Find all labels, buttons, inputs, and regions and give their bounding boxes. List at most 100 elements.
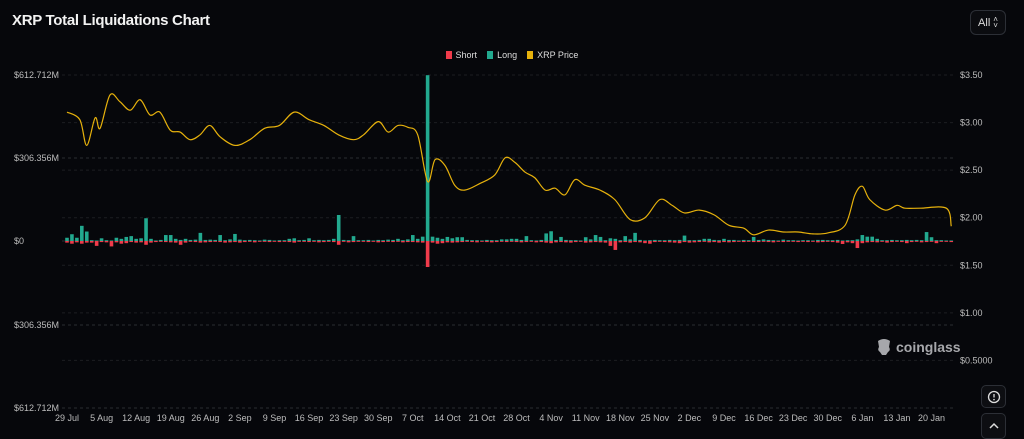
short-bar bbox=[692, 241, 697, 243]
short-bar bbox=[667, 241, 672, 243]
long-bar bbox=[722, 238, 726, 241]
short-bar bbox=[262, 241, 267, 242]
long-bar bbox=[821, 239, 825, 241]
short-bar bbox=[791, 241, 795, 242]
long-bar bbox=[776, 240, 781, 241]
short-bar bbox=[895, 241, 899, 242]
short-bar bbox=[198, 241, 203, 243]
scroll-top-button[interactable] bbox=[981, 413, 1006, 439]
long-bar bbox=[317, 239, 321, 241]
long-bar bbox=[366, 239, 371, 241]
right-axis-tick: $2.50 bbox=[960, 165, 983, 175]
short-bar bbox=[460, 241, 464, 243]
short-bar bbox=[440, 241, 445, 244]
short-bar bbox=[213, 241, 217, 242]
x-axis-tick: 21 Oct bbox=[469, 413, 496, 423]
x-axis-tick: 13 Jan bbox=[883, 413, 910, 423]
long-bar bbox=[312, 240, 316, 241]
short-bar bbox=[633, 241, 637, 243]
long-bar bbox=[603, 240, 608, 241]
long-bar bbox=[490, 240, 494, 241]
long-bar bbox=[746, 240, 751, 241]
long-bar bbox=[376, 239, 381, 241]
short-bar bbox=[450, 241, 455, 243]
short-bar bbox=[761, 241, 766, 242]
short-bar bbox=[243, 241, 247, 243]
short-bar bbox=[312, 241, 316, 242]
long-bar bbox=[534, 240, 539, 241]
short-bar bbox=[574, 241, 578, 243]
xrp-price-line bbox=[66, 93, 952, 236]
long-bar bbox=[252, 240, 257, 241]
short-bar bbox=[430, 241, 435, 243]
long-bar bbox=[544, 233, 548, 241]
short-bar bbox=[751, 241, 756, 243]
x-axis-tick: 5 Aug bbox=[90, 413, 113, 423]
short-bar bbox=[406, 241, 410, 243]
short-bar bbox=[672, 241, 677, 243]
x-axis-tick: 12 Aug bbox=[122, 413, 150, 423]
long-bar bbox=[905, 239, 909, 241]
long-bar bbox=[732, 239, 736, 241]
long-bar bbox=[208, 239, 213, 241]
long-bar bbox=[361, 240, 366, 241]
short-bar bbox=[840, 241, 845, 244]
long-bar bbox=[919, 240, 924, 241]
long-bar bbox=[233, 233, 237, 241]
long-bar bbox=[257, 240, 262, 241]
short-bar bbox=[771, 241, 776, 243]
short-bar bbox=[900, 241, 904, 243]
long-bar bbox=[396, 238, 400, 241]
short-bar bbox=[687, 241, 692, 243]
long-bar bbox=[771, 240, 776, 241]
x-axis-tick: 6 Jan bbox=[851, 413, 873, 423]
long-bar bbox=[391, 239, 395, 241]
long-bar bbox=[178, 239, 183, 241]
long-bar bbox=[114, 237, 119, 241]
x-axis-tick: 18 Nov bbox=[606, 413, 635, 423]
short-bar bbox=[84, 241, 89, 243]
long-bar bbox=[139, 238, 143, 241]
long-bar bbox=[756, 239, 761, 241]
short-bar bbox=[346, 241, 351, 243]
short-bar bbox=[154, 241, 158, 243]
right-axis-tick: $1.00 bbox=[960, 308, 983, 318]
chevron-up-icon bbox=[988, 422, 999, 429]
long-bar bbox=[470, 240, 474, 241]
long-bar bbox=[653, 239, 657, 241]
long-bar bbox=[702, 238, 707, 241]
long-bar bbox=[381, 240, 385, 241]
short-bar bbox=[99, 241, 104, 243]
long-bar bbox=[850, 240, 855, 241]
long-bar bbox=[415, 238, 420, 241]
long-bar bbox=[173, 238, 178, 241]
history-button[interactable] bbox=[981, 385, 1006, 408]
short-bar bbox=[425, 241, 430, 268]
long-bar bbox=[213, 239, 217, 241]
x-axis-tick: 2 Sep bbox=[228, 413, 252, 423]
x-axis-tick: 9 Dec bbox=[712, 413, 736, 423]
liquidations-chart[interactable]: $612.712M $306.356M $0 $306.356M $612.712M $3… bbox=[0, 0, 1024, 436]
short-bar bbox=[890, 241, 894, 243]
long-bar bbox=[717, 240, 721, 241]
x-axis-tick: 11 Nov bbox=[572, 413, 600, 423]
short-bar bbox=[302, 241, 306, 242]
long-bar bbox=[430, 236, 435, 241]
short-bar bbox=[924, 241, 929, 243]
x-axis-tick: 16 Dec bbox=[744, 413, 773, 423]
long-bar bbox=[411, 235, 415, 241]
long-bar bbox=[840, 240, 845, 241]
long-bar bbox=[835, 239, 840, 241]
short-bar bbox=[114, 241, 119, 243]
short-bar bbox=[317, 241, 321, 243]
short-bar bbox=[801, 241, 805, 242]
long-bar bbox=[539, 239, 544, 241]
short-bar bbox=[860, 241, 865, 244]
long-bar bbox=[164, 235, 168, 241]
short-bar bbox=[880, 241, 884, 242]
short-bar bbox=[638, 241, 642, 243]
long-bar bbox=[465, 239, 469, 241]
right-axis-tick: $1.50 bbox=[960, 260, 983, 270]
short-bar bbox=[583, 241, 588, 243]
long-bar bbox=[243, 240, 247, 241]
